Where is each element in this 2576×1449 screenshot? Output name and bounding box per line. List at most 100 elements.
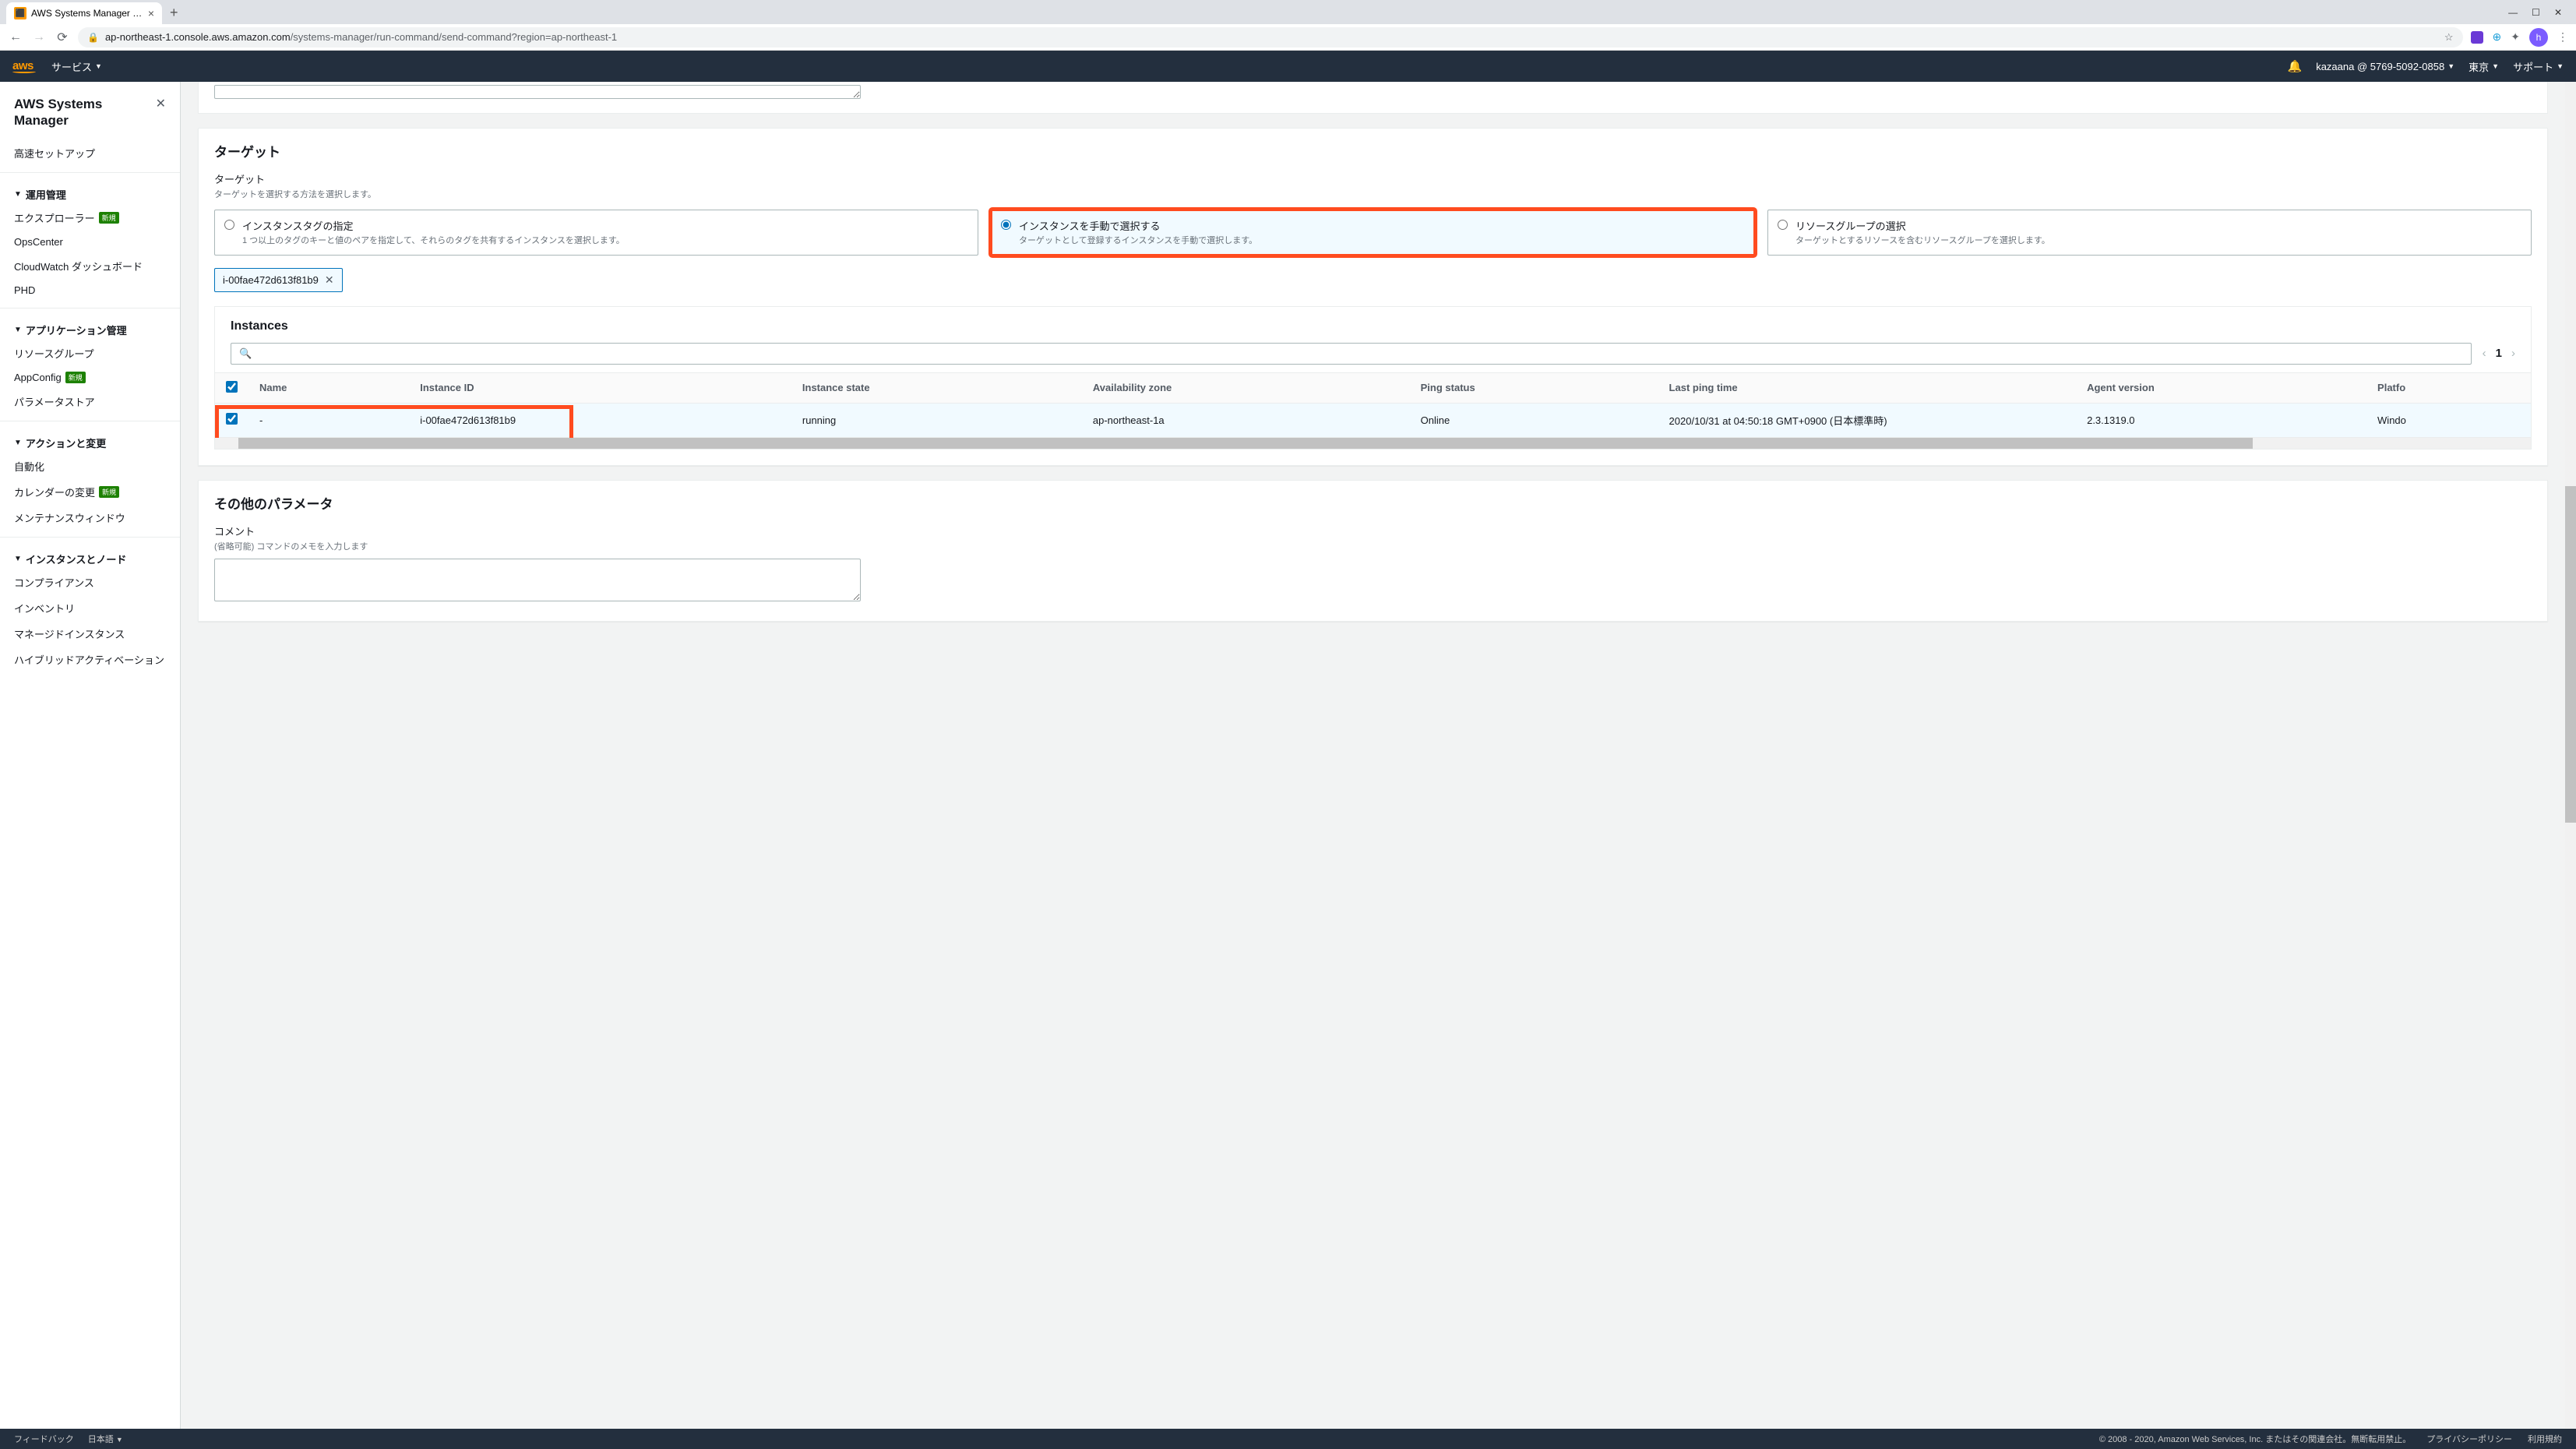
instance-tag-label: i-00fae472d613f81b9: [223, 274, 319, 286]
sidebar-close-icon[interactable]: ✕: [156, 96, 166, 111]
services-label: サービス: [51, 59, 92, 74]
new-tab-button[interactable]: +: [170, 5, 178, 24]
sidebar-item-label: AppConfig: [14, 372, 62, 383]
aws-header: aws サービス ▼ 🔔 kazaana @ 5769-5092-0858 ▼ …: [0, 51, 2576, 82]
sidebar: AWS Systems Manager ✕ 高速セットアップ ▼ 運用管理 エク…: [0, 82, 181, 1429]
col-platform[interactable]: Platfo: [2366, 373, 2531, 404]
row-checkbox[interactable]: [226, 413, 238, 425]
cell-instance-id: i-00fae472d613f81b9: [409, 403, 791, 437]
instances-search-input[interactable]: 🔍: [231, 343, 2472, 365]
field-help: ターゲットを選択する方法を選択します。: [214, 188, 2532, 200]
sidebar-item-opscenter[interactable]: OpsCenter: [0, 231, 180, 253]
sidebar-item-hybrid-activations[interactable]: ハイブリッドアクティベーション: [0, 647, 180, 672]
cell-name: -: [248, 403, 409, 437]
sidebar-section-app[interactable]: ▼ アプリケーション管理: [0, 315, 180, 340]
cell-state: running: [791, 403, 1082, 437]
select-all-checkbox[interactable]: [226, 381, 238, 393]
caret-down-icon: ▼: [14, 555, 22, 563]
radio-title: インスタンスタグの指定: [242, 218, 625, 233]
extensions-menu-icon[interactable]: ✦: [2511, 30, 2520, 44]
sidebar-item-change-calendar[interactable]: カレンダーの変更 新規: [0, 479, 180, 505]
sidebar-item-cloudwatch[interactable]: CloudWatch ダッシュボード: [0, 253, 180, 279]
col-agent[interactable]: Agent version: [2076, 373, 2366, 404]
new-badge: 新規: [99, 486, 119, 498]
sidebar-item-appconfig[interactable]: AppConfig 新規: [0, 366, 180, 389]
extension-icons: ⊕ ✦ h ⋮: [2471, 28, 2568, 47]
sidebar-item-phd[interactable]: PHD: [0, 279, 180, 301]
aws-logo[interactable]: aws: [12, 59, 36, 73]
textarea-resize-handle[interactable]: [214, 85, 861, 99]
caret-down-icon: ▼: [14, 190, 22, 199]
target-option-resource-group[interactable]: リソースグループの選択 ターゲットとするリソースを含むリソースグループを選択しま…: [1767, 210, 2532, 256]
col-name[interactable]: Name: [248, 373, 409, 404]
target-option-manual[interactable]: インスタンスを手動で選択する ターゲットとして登録するインスタンスを手動で選択し…: [991, 210, 1755, 256]
col-az[interactable]: Availability zone: [1082, 373, 1410, 404]
sidebar-item-compliance[interactable]: コンプライアンス: [0, 569, 180, 595]
browser-tab-bar: ⬛ AWS Systems Manager - Run Co × + — ☐ ✕: [0, 0, 2576, 24]
radio-title: インスタンスを手動で選択する: [1019, 218, 1257, 233]
main-content: ターゲット ターゲット ターゲットを選択する方法を選択します。 インスタンスタグ…: [181, 82, 2565, 1429]
privacy-link[interactable]: プライバシーポリシー: [2426, 1433, 2512, 1445]
maximize-icon[interactable]: ☐: [2532, 7, 2540, 18]
language-menu[interactable]: 日本語 ▼: [88, 1433, 123, 1445]
other-params-panel: その他のパラメータ コメント (省略可能) コマンドのメモを入力します: [198, 480, 2548, 622]
sidebar-section-actions[interactable]: ▼ アクションと変更: [0, 428, 180, 453]
horizontal-scrollbar[interactable]: [215, 438, 2531, 449]
radio-input[interactable]: [224, 220, 234, 230]
browser-tab[interactable]: ⬛ AWS Systems Manager - Run Co ×: [6, 2, 162, 24]
col-ping[interactable]: Ping status: [1410, 373, 1658, 404]
target-option-tags[interactable]: インスタンスタグの指定 1 つ以上のタグのキーと値のペアを指定して、それらのタグ…: [214, 210, 978, 256]
support-menu[interactable]: サポート ▼: [2513, 59, 2564, 74]
account-menu[interactable]: kazaana @ 5769-5092-0858 ▼: [2316, 61, 2454, 72]
url-bar[interactable]: 🔒 ap-northeast-1.console.aws.amazon.com/…: [78, 27, 2463, 48]
region-menu[interactable]: 東京 ▼: [2469, 59, 2499, 74]
pager-page: 1: [2496, 347, 2502, 360]
profile-avatar[interactable]: h: [2529, 28, 2548, 47]
bookmark-icon[interactable]: ☆: [2444, 31, 2454, 44]
tab-close-icon[interactable]: ×: [148, 7, 154, 19]
instances-table: Name Instance ID Instance state Availabi…: [215, 373, 2531, 438]
caret-down-icon: ▼: [2447, 62, 2454, 70]
new-badge: 新規: [99, 212, 119, 224]
radio-desc: 1 つ以上のタグのキーと値のペアを指定して、それらのタグを共有するインスタンスを…: [242, 235, 625, 247]
col-last-ping[interactable]: Last ping time: [1658, 373, 2077, 404]
comment-textarea[interactable]: [214, 559, 861, 601]
subpanel-title: Instances: [231, 319, 2515, 333]
window-controls: — ☐ ✕: [2500, 7, 2570, 24]
back-button[interactable]: ←: [8, 30, 23, 44]
pager-prev-icon[interactable]: ‹: [2483, 347, 2486, 360]
terms-link[interactable]: 利用規約: [2528, 1433, 2562, 1445]
sidebar-item-maintenance-windows[interactable]: メンテナンスウィンドウ: [0, 505, 180, 531]
feedback-link[interactable]: フィードバック: [14, 1433, 74, 1445]
search-field[interactable]: [256, 347, 2462, 359]
col-state[interactable]: Instance state: [791, 373, 1082, 404]
table-row[interactable]: - i-00fae472d613f81b9 running ap-northea…: [215, 403, 2531, 437]
tab-title: AWS Systems Manager - Run Co: [31, 8, 143, 19]
radio-input[interactable]: [1778, 220, 1788, 230]
notifications-icon[interactable]: 🔔: [2288, 59, 2303, 73]
forward-button[interactable]: →: [31, 30, 47, 44]
col-instance-id[interactable]: Instance ID: [409, 373, 791, 404]
remove-tag-icon[interactable]: ✕: [325, 273, 334, 287]
browser-menu-icon[interactable]: ⋮: [2557, 30, 2568, 44]
sidebar-item-parameter-store[interactable]: パラメータストア: [0, 389, 180, 414]
pager-next-icon[interactable]: ›: [2511, 347, 2515, 360]
extension-icon[interactable]: [2471, 31, 2483, 44]
close-window-icon[interactable]: ✕: [2554, 7, 2562, 18]
sidebar-item-automation[interactable]: 自動化: [0, 453, 180, 479]
sidebar-section-instances[interactable]: ▼ インスタンスとノード: [0, 544, 180, 569]
sidebar-item-resource-groups[interactable]: リソースグループ: [0, 340, 180, 366]
sidebar-item-quick-setup[interactable]: 高速セットアップ: [0, 140, 180, 166]
sidebar-item-inventory[interactable]: インベントリ: [0, 595, 180, 621]
radio-input[interactable]: [1001, 220, 1011, 230]
panel-title: その他のパラメータ: [214, 493, 2532, 513]
extension-icon[interactable]: ⊕: [2493, 30, 2502, 44]
sidebar-section-ops[interactable]: ▼ 運用管理: [0, 179, 180, 205]
sidebar-item-label: カレンダーの変更: [14, 485, 95, 499]
reload-button[interactable]: ⟳: [55, 30, 70, 45]
minimize-icon[interactable]: —: [2508, 7, 2518, 18]
sidebar-item-explorer[interactable]: エクスプローラー 新規: [0, 205, 180, 231]
vertical-scrollbar[interactable]: [2565, 82, 2576, 1429]
services-menu[interactable]: サービス ▼: [51, 59, 102, 74]
sidebar-item-managed-instances[interactable]: マネージドインスタンス: [0, 621, 180, 647]
